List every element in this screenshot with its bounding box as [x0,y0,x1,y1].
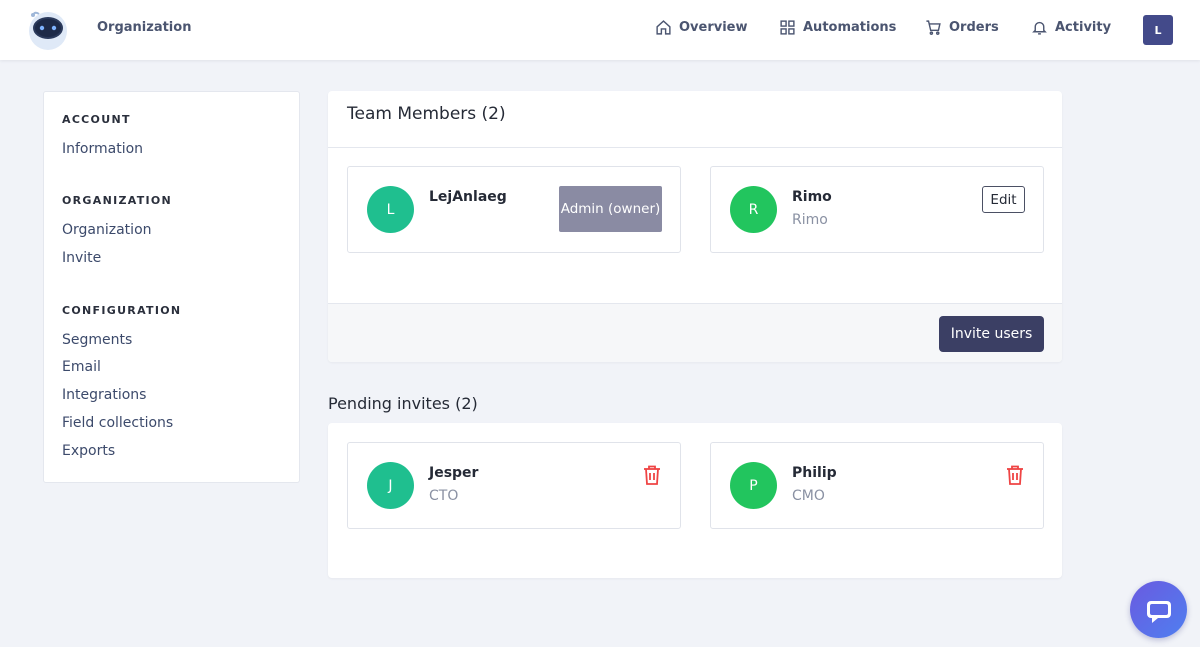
edit-member-button[interactable]: Edit [982,186,1025,213]
nav-activity[interactable]: Activity [1031,19,1111,36]
sidebar-item-integrations[interactable]: Integrations [62,387,146,403]
team-panel-footer: Invite users [328,303,1062,362]
team-members-title: Team Members (2) [347,104,506,124]
nav-orders-label: Orders [949,20,999,35]
user-avatar-button[interactable]: L [1143,15,1173,45]
invite-role: CTO [429,488,459,504]
panel-divider [328,147,1062,148]
chat-icon [1146,600,1171,623]
sidebar-item-exports[interactable]: Exports [62,443,115,459]
invite-card: P Philip CMO [710,442,1044,529]
member-name: LejAnlaeg [429,189,507,205]
chat-launcher-button[interactable] [1130,581,1187,638]
invite-name: Jesper [429,465,479,481]
sidebar-item-field-collections[interactable]: Field collections [62,415,173,431]
pending-invites-panel: J Jesper CTO P Philip CMO [328,423,1062,578]
bell-icon [1032,21,1047,35]
role-badge: Admin (owner) [559,186,662,232]
sidebar-item-email[interactable]: Email [62,359,101,375]
avatar: J [367,462,414,509]
sidebar-section-configuration: CONFIGURATION [62,304,182,317]
nav-overview[interactable]: Overview [655,19,748,36]
sidebar-section-account: ACCOUNT [62,113,131,126]
trash-icon[interactable] [1006,465,1024,485]
pending-invites-title: Pending invites (2) [328,394,478,413]
avatar: L [367,186,414,233]
sidebar-item-segments[interactable]: Segments [62,332,132,348]
trash-icon[interactable] [643,465,661,485]
nav-orders[interactable]: Orders [925,19,999,36]
nav-activity-label: Activity [1055,20,1112,35]
robot-logo-icon[interactable] [27,9,69,51]
nav-automations[interactable]: Automations [779,19,896,36]
member-subtitle: Rimo [792,212,828,228]
invite-name: Philip [792,465,837,481]
avatar: P [730,462,777,509]
nav-overview-label: Overview [679,20,748,35]
team-members-panel: Team Members (2) L LejAnlaeg Admin (owne… [328,91,1062,362]
home-icon [656,20,671,35]
sidebar-item-organization[interactable]: Organization [62,222,152,238]
invite-role: CMO [792,488,825,504]
org-brand-label[interactable]: Organization [97,20,191,35]
avatar: R [730,186,777,233]
sidebar-item-invite[interactable]: Invite [62,250,101,266]
member-name: Rimo [792,189,832,205]
invite-users-button[interactable]: Invite users [939,316,1044,352]
sidebar-item-information[interactable]: Information [62,141,143,157]
member-card: R Rimo Rimo Edit [710,166,1044,253]
member-card: L LejAnlaeg Admin (owner) [347,166,681,253]
grid-icon [780,20,795,35]
sidebar-section-organization: ORGANIZATION [62,194,173,207]
invite-card: J Jesper CTO [347,442,681,529]
settings-sidebar: ACCOUNT Information ORGANIZATION Organiz… [43,91,300,483]
top-bar: Organization Overview Automations Orders… [0,0,1200,60]
cart-icon [926,20,941,35]
nav-automations-label: Automations [803,20,897,35]
